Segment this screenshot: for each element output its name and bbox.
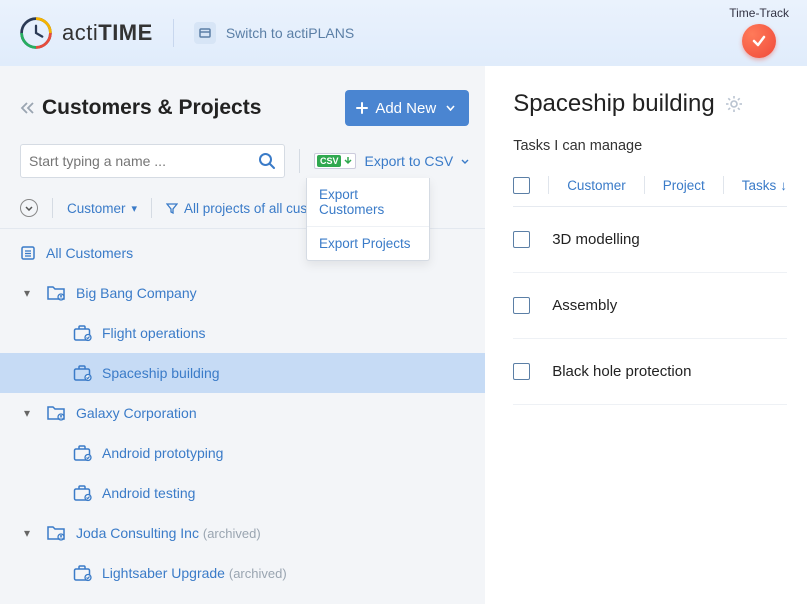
export-projects-item[interactable]: Export Projects [307, 226, 429, 260]
logo-clock-icon [18, 15, 54, 51]
tasks-subtitle: Tasks I can manage [513, 138, 787, 154]
search-input[interactable] [29, 153, 258, 169]
export-customers-item[interactable]: Export Customers [307, 178, 429, 226]
divider [173, 19, 174, 47]
project-row[interactable]: Android prototyping [0, 433, 485, 473]
logo-text: actiTIME [62, 20, 153, 46]
export-menu: Export Customers Export Projects [306, 178, 430, 261]
sort-arrow-down-icon: ↓ [780, 178, 787, 193]
chevron-down-icon: ▾ [24, 526, 36, 540]
task-row[interactable]: 3D modelling [513, 207, 787, 273]
chevron-down-icon [446, 105, 455, 111]
customer-row[interactable]: ▾Joda Consulting Inc (archived) [0, 513, 485, 553]
right-panel: Spaceship building Tasks I can manage Cu… [485, 66, 807, 604]
csv-icon: CSV [314, 153, 357, 169]
task-row[interactable]: Black hole protection [513, 339, 787, 405]
main-area: Customers & Projects Add New CSV Export … [0, 66, 807, 604]
expand-all-toggle[interactable] [20, 199, 38, 217]
switch-to-actiplans-link[interactable]: Switch to actiPLANS [194, 22, 354, 44]
project-row[interactable]: Flight operations [0, 313, 485, 353]
page-title: Customers & Projects [20, 96, 261, 120]
project-row[interactable]: Android testing [0, 473, 485, 513]
switch-link-label: Switch to actiPLANS [226, 25, 354, 41]
project-tree: All Customers ▾Big Bang CompanyFlight op… [0, 229, 485, 593]
task-list: 3D modelling Assembly Black hole protectio… [513, 207, 787, 405]
chevron-down-icon: ▾ [132, 202, 138, 215]
gear-icon[interactable] [725, 95, 743, 113]
col-tasks[interactable]: Tasks ↓ [742, 178, 787, 193]
task-table-header: Customer Project Tasks ↓ [513, 176, 787, 207]
project-row[interactable]: Spaceship building [0, 353, 485, 393]
task-name: Black hole protection [552, 363, 691, 380]
col-customer[interactable]: Customer [567, 178, 626, 193]
task-checkbox[interactable] [513, 297, 530, 314]
filter-customer-sort[interactable]: Customer ▾ [67, 201, 137, 216]
task-checkbox[interactable] [513, 363, 530, 380]
app-logo[interactable]: actiTIME [18, 15, 153, 51]
chevron-down-icon: ▾ [24, 406, 36, 420]
left-panel: Customers & Projects Add New CSV Export … [0, 66, 485, 604]
export-csv-dropdown[interactable]: CSV Export to CSV Export Customers Expor… [314, 153, 469, 169]
customer-row[interactable]: ▾Big Bang Company [0, 273, 485, 313]
project-row[interactable]: Lightsaber Upgrade (archived) [0, 553, 485, 593]
time-track-badge-icon [742, 24, 776, 58]
plus-icon [355, 101, 369, 115]
collapse-icon[interactable] [20, 101, 36, 115]
add-new-button[interactable]: Add New [345, 90, 469, 126]
task-name: 3D modelling [552, 231, 640, 248]
chevron-down-icon [461, 159, 469, 164]
task-row[interactable]: Assembly [513, 273, 787, 339]
task-checkbox[interactable] [513, 231, 530, 248]
filter-icon [166, 202, 178, 214]
search-input-wrapper[interactable] [20, 144, 285, 178]
chevron-down-icon: ▾ [24, 286, 36, 300]
top-bar: actiTIME Switch to actiPLANS Time-Track [0, 0, 807, 66]
task-name: Assembly [552, 297, 617, 314]
col-project[interactable]: Project [663, 178, 705, 193]
list-icon [20, 245, 36, 261]
search-icon[interactable] [258, 152, 276, 170]
time-track-widget[interactable]: Time-Track [729, 6, 789, 58]
actiplans-icon [194, 22, 216, 44]
project-title: Spaceship building [513, 90, 787, 118]
time-track-label: Time-Track [729, 6, 789, 20]
customer-row[interactable]: ▾Galaxy Corporation [0, 393, 485, 433]
divider [299, 149, 300, 173]
select-all-checkbox[interactable] [513, 177, 530, 194]
